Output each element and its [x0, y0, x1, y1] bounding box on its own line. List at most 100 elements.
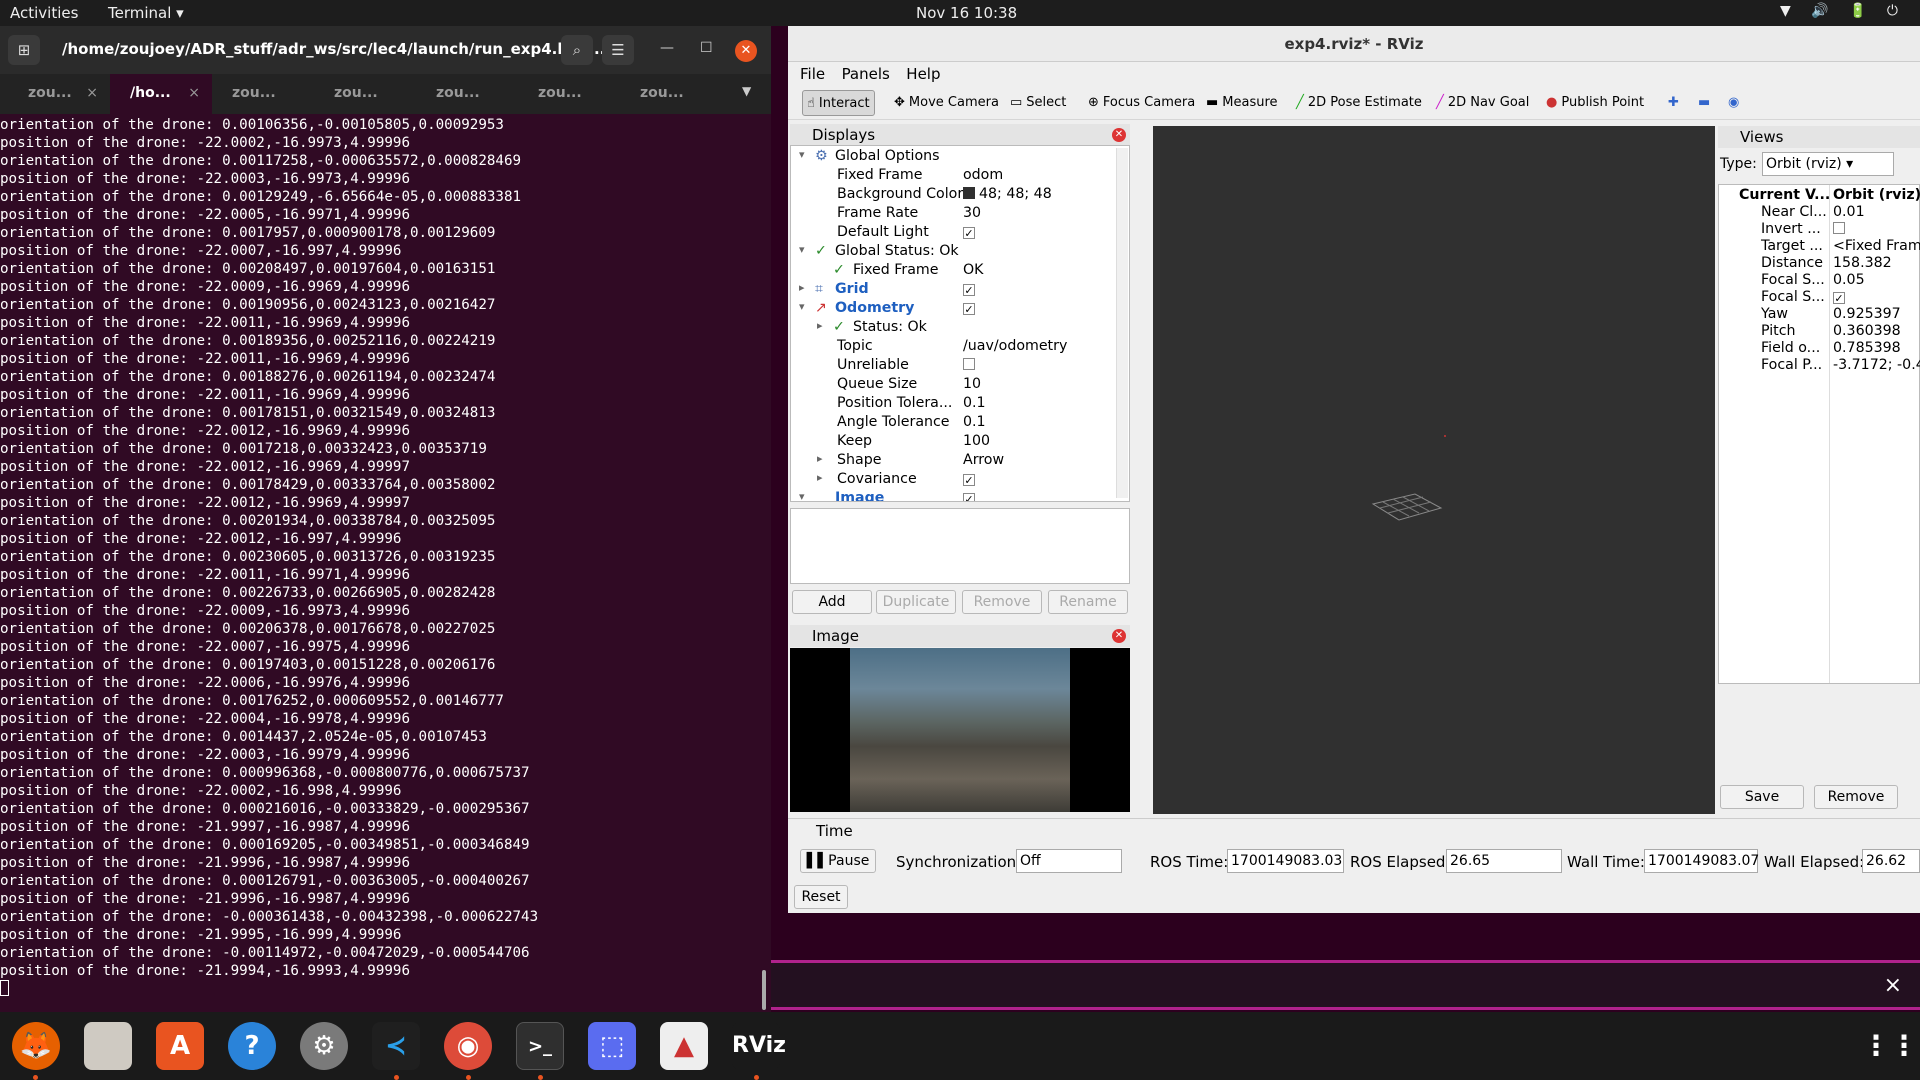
display-checkbox[interactable]: ✓	[963, 471, 975, 487]
display-row[interactable]: Default Light ✓	[791, 224, 1113, 243]
tool-2d-nav-goal[interactable]: ╱ 2D Nav Goal	[1432, 90, 1533, 116]
terminal-icon[interactable]: >_	[516, 1022, 564, 1070]
display-row[interactable]: ▸ ✓ Status: Ok	[791, 319, 1113, 338]
reset-button[interactable]: Reset	[794, 885, 848, 909]
display-row[interactable]: ▾ ↗ Odometry ✓	[791, 300, 1113, 319]
display-checkbox[interactable]: ✓	[963, 300, 975, 316]
view-property-value[interactable]: Orbit (rviz)	[1833, 187, 1920, 204]
display-row[interactable]: ▾ ⚙ Global Options	[791, 148, 1113, 167]
display-row[interactable]: ▸ Shape Arrow	[791, 452, 1113, 471]
close-icon[interactable]: ×	[1884, 973, 1902, 998]
remove-tool-icon[interactable]: ▬	[1694, 90, 1714, 116]
app-center-icon[interactable]: A	[156, 1022, 204, 1070]
display-row[interactable]: Angle Tolerance 0.1	[791, 414, 1113, 433]
expand-arrow-icon[interactable]: ▾	[799, 148, 805, 161]
display-row[interactable]: ▸ Covariance ✓	[791, 471, 1113, 490]
display-row[interactable]: Unreliable	[791, 357, 1113, 376]
close-icon[interactable]: ✕	[735, 40, 757, 62]
display-checkbox[interactable]: ✓	[963, 490, 975, 501]
sync-select[interactable]: Off	[1016, 849, 1122, 873]
settings-icon[interactable]: ⚙	[300, 1022, 348, 1070]
menu-help[interactable]: Help	[906, 65, 940, 83]
ros-elapsed-field[interactable]: 26.65	[1446, 849, 1562, 873]
show-apps-icon[interactable]: ⋮⋮⋮	[1862, 1022, 1920, 1070]
menu-icon[interactable]: ☰	[602, 35, 634, 65]
activities-button[interactable]: Activities	[10, 4, 78, 22]
tool-2d-pose-estimate[interactable]: ╱ 2D Pose Estimate	[1292, 90, 1426, 116]
add-tool-icon[interactable]: ✚	[1664, 90, 1683, 116]
rviz-icon[interactable]: RViz	[732, 1022, 786, 1070]
minimize-icon[interactable]: —	[660, 40, 674, 56]
terminal-tab[interactable]: zou...	[314, 74, 416, 114]
display-checkbox[interactable]: ✓	[963, 224, 975, 240]
terminal-tab[interactable]: zou...	[212, 74, 314, 114]
display-row[interactable]: ▾ ✓ Global Status: Ok	[791, 243, 1113, 262]
tool-focus-camera[interactable]: ⊕ Focus Camera	[1084, 90, 1199, 116]
terminal-output[interactable]: orientation of the drone: 0.00106356,-0.…	[0, 116, 760, 1016]
eye-icon[interactable]: ◉	[1724, 90, 1743, 116]
wall-elapsed-field[interactable]: 26.62	[1862, 849, 1920, 873]
calendar-alert-icon[interactable]: ▲	[660, 1022, 708, 1070]
tool-move-camera[interactable]: ✥ Move Camera	[890, 90, 1003, 116]
view-property-value[interactable]: -3.7172; -0.44	[1833, 357, 1920, 374]
expand-arrow-icon[interactable]: ▾	[799, 490, 805, 501]
files-icon[interactable]	[84, 1022, 132, 1070]
search-icon[interactable]: ⌕	[561, 35, 593, 65]
displays-scrollbar[interactable]	[1116, 148, 1128, 498]
display-row[interactable]: Topic/uav/odometry	[791, 338, 1113, 357]
tool-select[interactable]: ▭ Select	[1006, 90, 1070, 116]
display-checkbox[interactable]: ✓	[963, 281, 975, 297]
add-button[interactable]: Add	[792, 590, 872, 614]
new-tab-icon[interactable]: ⊞	[8, 35, 40, 65]
display-row[interactable]: Keep 100	[791, 433, 1113, 452]
expand-arrow-icon[interactable]: ▸	[817, 452, 823, 465]
expand-arrow-icon[interactable]: ▸	[817, 319, 823, 332]
app-menu[interactable]: Terminal ▾	[108, 4, 184, 22]
close-tab-icon[interactable]: ×	[188, 85, 200, 101]
firefox-icon[interactable]: 🦊	[12, 1022, 60, 1070]
expand-arrow-icon[interactable]: ▾	[799, 243, 805, 256]
view-property-value[interactable]: 0.05	[1833, 272, 1865, 289]
display-row[interactable]: Fixed Frame odom	[791, 167, 1113, 186]
view-property-value[interactable]: 0.01	[1833, 204, 1865, 221]
terminal-tab[interactable]: zou...	[620, 74, 722, 114]
terminal-tab[interactable]: zou... ×	[8, 74, 110, 114]
close-icon[interactable]: ✕	[1112, 629, 1126, 643]
chrome-icon[interactable]: ◉	[444, 1022, 492, 1070]
tool-publish-point[interactable]: ● Publish Point	[1542, 90, 1648, 116]
close-tab-icon[interactable]: ×	[86, 85, 98, 101]
display-row[interactable]: Queue Size 10	[791, 376, 1113, 395]
display-checkbox[interactable]	[963, 357, 975, 373]
views-remove-button[interactable]: Remove	[1814, 785, 1898, 809]
menu-panels[interactable]: Panels	[842, 65, 890, 83]
vscode-icon[interactable]: ≺	[372, 1022, 420, 1070]
terminal-tab[interactable]: zou...	[518, 74, 620, 114]
tabs-overflow-icon[interactable]: ▼	[742, 84, 751, 98]
views-tree[interactable]: Current V... Orbit (rviz) Near Cl... 0.01 In…	[1718, 184, 1920, 684]
wall-time-field[interactable]: 1700149083.07	[1644, 849, 1759, 873]
expand-arrow-icon[interactable]: ▸	[817, 471, 823, 484]
display-row[interactable]: Position Tolera... 0.1	[791, 395, 1113, 414]
views-type-select[interactable]: Orbit (rviz) ▾	[1762, 152, 1894, 176]
view-property-value[interactable]: 0.785398	[1833, 340, 1901, 357]
terminal-tab[interactable]: zou...	[416, 74, 518, 114]
display-row[interactable]: Frame Rate 30	[791, 205, 1113, 224]
remove-button[interactable]: Remove	[962, 590, 1042, 614]
system-tray[interactable]: ▼ 🔊 🔋 ⏻	[1780, 3, 1906, 19]
view-checkbox[interactable]: ✓	[1833, 289, 1845, 306]
help-icon[interactable]: ?	[228, 1022, 276, 1070]
display-row[interactable]: ▾ Image ✓	[791, 490, 1113, 501]
pause-button[interactable]: ▌▌Pause	[800, 849, 876, 873]
render-viewport[interactable]	[1153, 126, 1715, 814]
ros-time-field[interactable]: 1700149083.03	[1227, 849, 1344, 873]
display-row[interactable]: ▸ ⌗ Grid ✓	[791, 281, 1113, 300]
view-property-value[interactable]: 0.360398	[1833, 323, 1901, 340]
close-icon[interactable]: ✕	[1112, 128, 1126, 142]
view-property-value[interactable]: 0.925397	[1833, 306, 1901, 323]
expand-arrow-icon[interactable]: ▸	[799, 281, 805, 294]
column-divider[interactable]	[1829, 185, 1830, 683]
terminal-tab[interactable]: /ho... ×	[110, 74, 212, 114]
maximize-icon[interactable]: ☐	[700, 40, 713, 56]
view-checkbox[interactable]	[1833, 221, 1845, 238]
displays-tree[interactable]: ▾ ⚙ Global Options Fixed Frame odom Backgroun…	[790, 145, 1130, 502]
